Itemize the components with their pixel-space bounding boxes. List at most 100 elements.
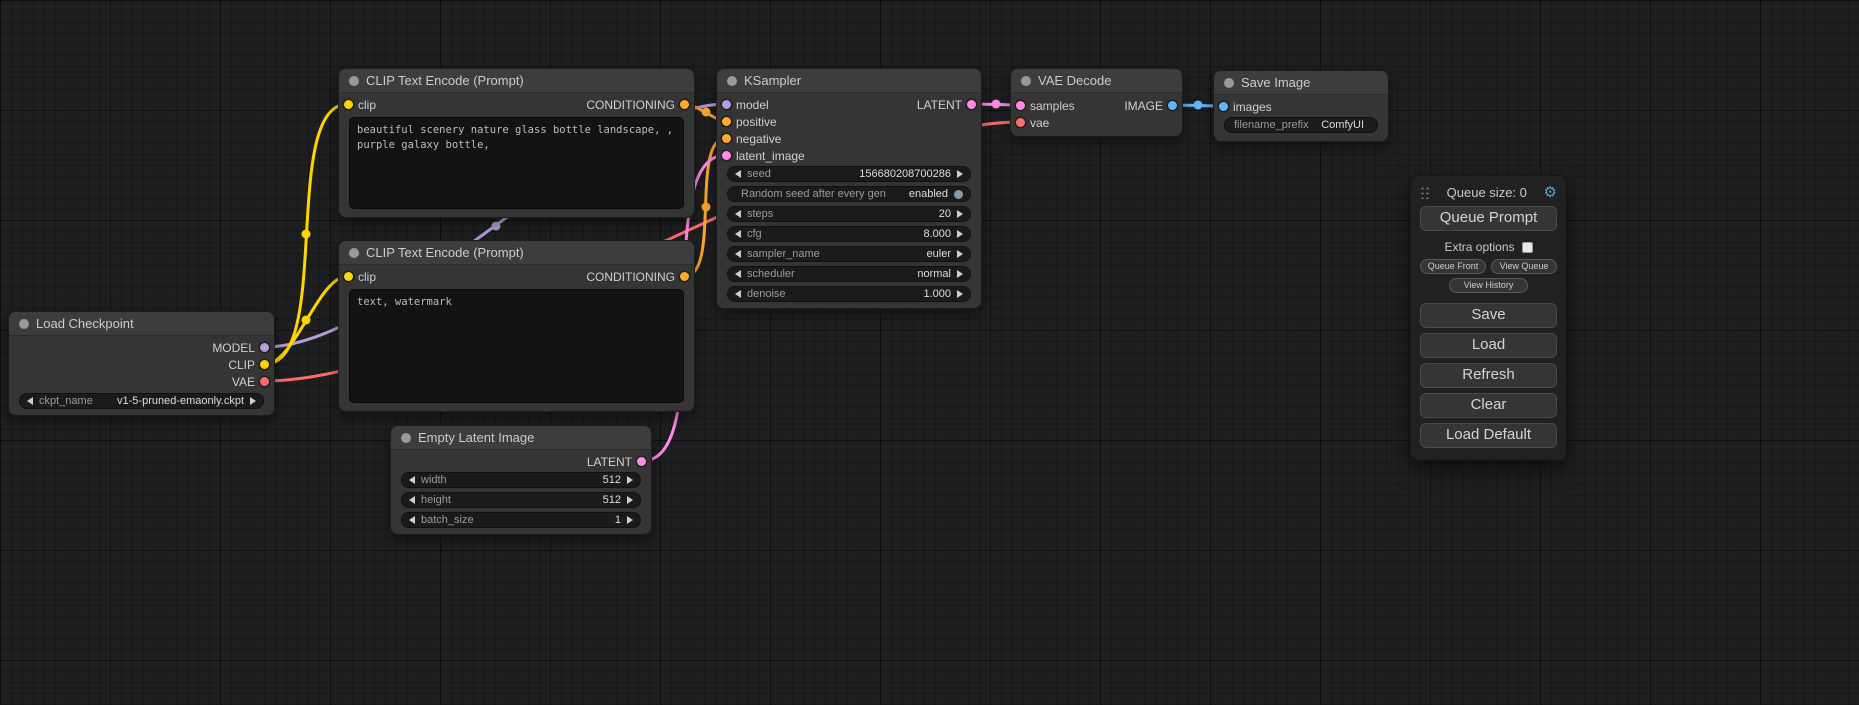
wire-midpoint-dot <box>992 100 1001 109</box>
stepper-left-icon[interactable] <box>409 496 415 504</box>
stepper-right-icon[interactable] <box>627 476 633 484</box>
node-clip-text-encode-negative[interactable]: CLIP Text Encode (Prompt) clip CONDITION… <box>338 240 695 412</box>
widget-steps[interactable]: steps 20 <box>727 206 971 222</box>
extra-options-checkbox[interactable] <box>1522 242 1533 253</box>
refresh-button[interactable]: Refresh <box>1420 363 1557 388</box>
stepper-right-icon[interactable] <box>250 397 256 405</box>
node-header[interactable]: CLIP Text Encode (Prompt) <box>339 241 694 265</box>
output-dot-latent[interactable] <box>637 457 646 466</box>
view-queue-button[interactable]: View Queue <box>1491 259 1557 274</box>
stepper-left-icon[interactable] <box>27 397 33 405</box>
input-dot-clip[interactable] <box>344 272 353 281</box>
stepper-right-icon[interactable] <box>957 210 963 218</box>
save-button[interactable]: Save <box>1420 303 1557 328</box>
node-header[interactable]: VAE Decode <box>1011 69 1182 93</box>
widget-scheduler[interactable]: scheduler normal <box>727 266 971 282</box>
stepper-right-icon[interactable] <box>957 230 963 238</box>
stepper-left-icon[interactable] <box>735 170 741 178</box>
stepper-right-icon[interactable] <box>957 170 963 178</box>
widget-batch-size[interactable]: batch_size 1 <box>401 512 641 528</box>
prompt-textarea[interactable]: text, watermark <box>349 289 684 403</box>
menu-header: Queue size: 0 ⚙ <box>1420 182 1557 202</box>
widget-denoise[interactable]: denoise 1.000 <box>727 286 971 302</box>
stepper-left-icon[interactable] <box>735 250 741 258</box>
widget-cfg[interactable]: cfg 8.000 <box>727 226 971 242</box>
history-row: View History <box>1420 278 1557 293</box>
output-slot-latent: LATENT <box>917 98 976 112</box>
input-slot-latent-image: latent_image <box>722 149 805 163</box>
input-dot-images[interactable] <box>1219 102 1228 111</box>
node-status-dot <box>349 248 359 258</box>
node-title: CLIP Text Encode (Prompt) <box>366 73 524 88</box>
queue-front-button[interactable]: Queue Front <box>1420 259 1486 274</box>
queue-size-label: Queue size: 0 <box>1430 185 1544 200</box>
toggle-on-icon[interactable] <box>954 190 963 199</box>
graph-canvas[interactable]: Load Checkpoint MODEL CLIP VAE <box>0 0 1859 705</box>
stepper-left-icon[interactable] <box>735 270 741 278</box>
node-header[interactable]: Save Image <box>1214 71 1388 95</box>
widget-height[interactable]: height 512 <box>401 492 641 508</box>
stepper-right-icon[interactable] <box>957 270 963 278</box>
node-load-checkpoint[interactable]: Load Checkpoint MODEL CLIP VAE <box>8 311 275 416</box>
stepper-left-icon[interactable] <box>409 476 415 484</box>
wire-midpoint-dot <box>702 108 711 117</box>
view-history-button[interactable]: View History <box>1449 278 1529 293</box>
slot-row: positive <box>717 113 981 130</box>
input-dot-clip[interactable] <box>344 100 353 109</box>
input-dot-samples[interactable] <box>1016 101 1025 110</box>
extra-options-label: Extra options <box>1444 240 1514 254</box>
stepper-left-icon[interactable] <box>735 290 741 298</box>
load-default-button[interactable]: Load Default <box>1420 423 1557 448</box>
input-slot-clip: clip <box>344 98 376 112</box>
input-dot-latent-image[interactable] <box>722 151 731 160</box>
stepper-right-icon[interactable] <box>627 496 633 504</box>
node-save-image[interactable]: Save Image images filename_prefix ComfyU… <box>1213 70 1389 142</box>
input-dot-negative[interactable] <box>722 134 731 143</box>
widget-seed[interactable]: seed 156680208700286 <box>727 166 971 182</box>
output-dot-conditioning[interactable] <box>680 100 689 109</box>
node-header[interactable]: Empty Latent Image <box>391 426 651 450</box>
output-dot-clip[interactable] <box>260 360 269 369</box>
input-dot-positive[interactable] <box>722 117 731 126</box>
stepper-left-icon[interactable] <box>409 516 415 524</box>
stepper-right-icon[interactable] <box>957 290 963 298</box>
node-status-dot <box>727 76 737 86</box>
input-dot-model[interactable] <box>722 100 731 109</box>
wire-midpoint-dot <box>302 230 311 239</box>
clear-button[interactable]: Clear <box>1420 393 1557 418</box>
widget-random-seed-toggle[interactable]: Random seed after every gen enabled <box>727 186 971 202</box>
input-dot-vae[interactable] <box>1016 118 1025 127</box>
widget-sampler-name[interactable]: sampler_name euler <box>727 246 971 262</box>
output-dot-image[interactable] <box>1168 101 1177 110</box>
output-dot-conditioning[interactable] <box>680 272 689 281</box>
settings-gear-icon[interactable]: ⚙ <box>1544 185 1557 200</box>
input-slot-images: images <box>1219 100 1272 114</box>
widget-filename-prefix[interactable]: filename_prefix ComfyUI <box>1224 117 1378 133</box>
node-header[interactable]: KSampler <box>717 69 981 93</box>
output-dot-model[interactable] <box>260 343 269 352</box>
node-empty-latent-image[interactable]: Empty Latent Image LATENT width 512 heig… <box>390 425 652 535</box>
stepper-right-icon[interactable] <box>957 250 963 258</box>
node-header[interactable]: Load Checkpoint <box>9 312 274 336</box>
queue-prompt-button[interactable]: Queue Prompt <box>1420 206 1557 231</box>
wire-midpoint-dot <box>1194 101 1203 110</box>
node-clip-text-encode-positive[interactable]: CLIP Text Encode (Prompt) clip CONDITION… <box>338 68 695 218</box>
slot-row: CLIP <box>9 356 274 373</box>
output-slot-conditioning: CONDITIONING <box>586 270 689 284</box>
node-vae-decode[interactable]: VAE Decode samples IMAGE vae <box>1010 68 1183 137</box>
output-dot-vae[interactable] <box>260 377 269 386</box>
node-ksampler[interactable]: KSampler model LATENT positive <box>716 68 982 309</box>
widget-ckpt-name[interactable]: ckpt_name v1-5-pruned-emaonly.ckpt <box>19 393 264 409</box>
output-dot-latent[interactable] <box>967 100 976 109</box>
slot-row: samples IMAGE <box>1011 97 1182 114</box>
menu-drag-handle-icon[interactable] <box>1420 185 1430 199</box>
wire-midpoint-dot <box>702 203 711 212</box>
stepper-left-icon[interactable] <box>735 210 741 218</box>
wire-midpoint-dot <box>492 222 501 231</box>
widget-width[interactable]: width 512 <box>401 472 641 488</box>
stepper-left-icon[interactable] <box>735 230 741 238</box>
node-header[interactable]: CLIP Text Encode (Prompt) <box>339 69 694 93</box>
prompt-textarea[interactable]: beautiful scenery nature glass bottle la… <box>349 117 684 209</box>
load-button[interactable]: Load <box>1420 333 1557 358</box>
stepper-right-icon[interactable] <box>627 516 633 524</box>
